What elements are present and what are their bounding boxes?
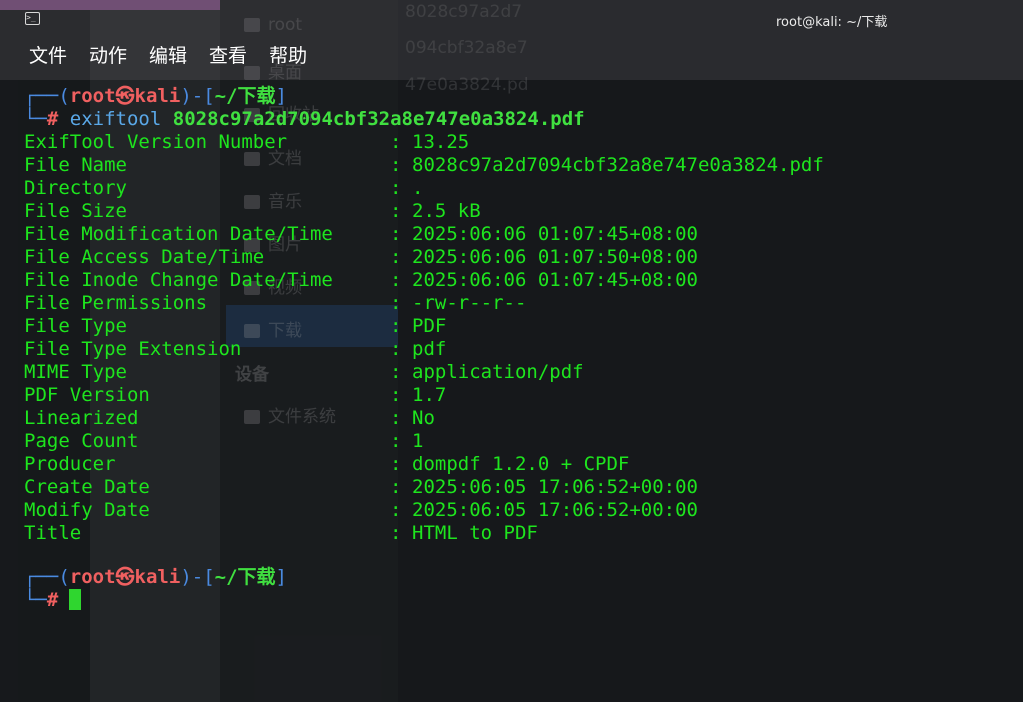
output-value: PDF bbox=[412, 315, 447, 337]
output-key: MIME Type bbox=[24, 361, 127, 383]
output-separator: : bbox=[390, 315, 402, 337]
output-key: File Name bbox=[24, 154, 127, 176]
output-separator: : bbox=[390, 177, 402, 199]
output-separator: : bbox=[390, 269, 402, 291]
output-value: 2.5 kB bbox=[412, 200, 481, 222]
output-value: 2025:06:06 01:07:45+08:00 bbox=[412, 269, 698, 291]
output-key: Modify Date bbox=[24, 499, 150, 521]
output-value: 1.7 bbox=[412, 384, 447, 406]
output-value: -rw-r--r-- bbox=[412, 292, 527, 314]
output-key: ExifTool Version Number bbox=[24, 131, 288, 153]
menu-file[interactable]: 文件 bbox=[18, 40, 78, 72]
output-separator: : bbox=[390, 407, 402, 429]
prompt-line-top: ┌──(root㉿kali)-[~/下载] bbox=[24, 566, 287, 588]
output-key: Linearized bbox=[24, 407, 139, 429]
output-key: Create Date bbox=[24, 476, 150, 498]
output-key: Directory bbox=[24, 177, 127, 199]
window-title: root@kali: ~/下载 bbox=[776, 15, 888, 30]
output-key: File Permissions bbox=[24, 292, 208, 314]
output-separator: : bbox=[390, 246, 402, 268]
output-key: File Type bbox=[24, 315, 127, 337]
output-separator: : bbox=[390, 384, 402, 406]
menu-view[interactable]: 查看 bbox=[198, 40, 258, 72]
output-separator: : bbox=[390, 154, 402, 176]
menu-edit[interactable]: 编辑 bbox=[138, 40, 198, 72]
output-key: Producer bbox=[24, 453, 116, 475]
output-separator: : bbox=[390, 338, 402, 360]
output-value: 2025:06:06 01:07:50+08:00 bbox=[412, 246, 698, 268]
output-key: File Size bbox=[24, 200, 127, 222]
prompt-line-top: ┌──(root㉿kali)-[~/下载] bbox=[24, 85, 287, 107]
menu-help[interactable]: 帮助 bbox=[258, 40, 318, 72]
output-value: 13.25 bbox=[412, 131, 470, 153]
output-value: dompdf 1.2.0 + CPDF bbox=[412, 453, 630, 475]
output-key: File Type Extension bbox=[24, 338, 242, 360]
output-key: Title bbox=[24, 522, 82, 544]
output-separator: : bbox=[390, 430, 402, 452]
output-key: File Modification Date/Time bbox=[24, 223, 333, 245]
terminal-cursor bbox=[69, 589, 81, 610]
output-value: No bbox=[412, 407, 435, 429]
terminal-icon: >_ bbox=[25, 12, 40, 25]
command-argument: 8028c97a2d7094cbf32a8e747e0a3824.pdf bbox=[172, 108, 585, 130]
window-titlebar[interactable]: >_ root@kali: ~/下载 bbox=[0, 0, 1023, 38]
output-value: application/pdf bbox=[412, 361, 584, 383]
output-value: 2025:06:06 01:07:45+08:00 bbox=[412, 223, 698, 245]
output-value: HTML to PDF bbox=[412, 522, 538, 544]
output-separator: : bbox=[390, 292, 402, 314]
output-key: File Inode Change Date/Time bbox=[24, 269, 333, 291]
output-key: Page Count bbox=[24, 430, 139, 452]
output-separator: : bbox=[390, 223, 402, 245]
output-separator: : bbox=[390, 131, 402, 153]
output-separator: : bbox=[390, 476, 402, 498]
menubar: 文件 动作 编辑 查看 帮助 bbox=[18, 40, 318, 72]
output-value: . bbox=[412, 177, 424, 199]
output-value: pdf bbox=[412, 338, 447, 360]
output-separator: : bbox=[390, 200, 402, 222]
command-name: exiftool bbox=[69, 108, 162, 130]
output-value: 1 bbox=[412, 430, 424, 452]
output-separator: : bbox=[390, 499, 402, 521]
output-key: PDF Version bbox=[24, 384, 150, 406]
output-value: 8028c97a2d7094cbf32a8e747e0a3824.pdf bbox=[412, 154, 824, 176]
output-separator: : bbox=[390, 522, 402, 544]
command-line-empty: └─# bbox=[24, 589, 59, 611]
menu-actions[interactable]: 动作 bbox=[78, 40, 138, 72]
output-key: File Access Date/Time bbox=[24, 246, 265, 268]
output-value: 2025:06:05 17:06:52+00:00 bbox=[412, 499, 698, 521]
output-value: 2025:06:05 17:06:52+00:00 bbox=[412, 476, 698, 498]
output-separator: : bbox=[390, 361, 402, 383]
output-separator: : bbox=[390, 453, 402, 475]
command-line: └─# exiftool 8028c97a2d7094cbf32a8e747e0… bbox=[24, 108, 585, 130]
